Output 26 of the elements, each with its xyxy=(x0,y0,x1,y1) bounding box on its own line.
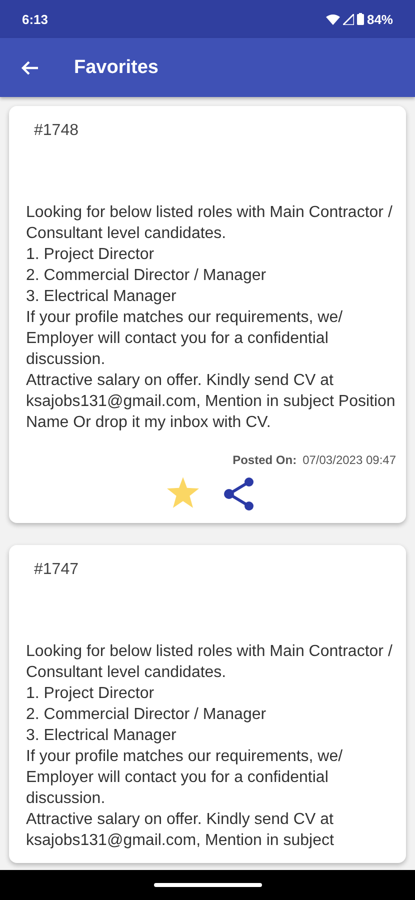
status-time: 6:13 xyxy=(22,12,48,26)
posted-date: 07/03/2023 09:47 xyxy=(302,453,396,467)
wifi-icon xyxy=(326,14,340,24)
post-text: 2. Commercial Director / Manager xyxy=(26,705,268,725)
post-text: 1. Project Director xyxy=(26,245,156,265)
post-number: #1748 xyxy=(34,122,80,140)
post-text: If your profile matches our requirements, we/ Employer will contact you for a confidential discussion. xyxy=(26,308,344,370)
post-text: 3. Electrical Manager xyxy=(26,726,178,746)
screen-title: Favorites xyxy=(74,56,158,78)
post-number: #1747 xyxy=(34,561,80,579)
battery-level: 84% xyxy=(366,12,393,26)
signal-icon xyxy=(342,14,354,24)
back-arrow-icon[interactable] xyxy=(21,60,39,76)
post-text: 3. Electrical Manager xyxy=(26,287,178,307)
battery-icon xyxy=(356,13,364,25)
post-text: Attractive salary on offer. Kindly send CV at ksajobs131@gmail.com, Mention in subject Position Name Or drop it my inbox with CV. xyxy=(26,371,396,433)
favorite-star-icon[interactable] xyxy=(167,477,199,508)
post-text: Looking for below listed roles with Main Contractor / Consultant level candidates. xyxy=(26,203,394,244)
post-text: Looking for below listed roles with Main Contractor / Consultant level candidates. xyxy=(26,642,394,683)
post-text: 2. Commercial Director / Manager xyxy=(26,266,268,286)
home-handle[interactable] xyxy=(154,883,262,887)
share-icon[interactable] xyxy=(223,477,255,511)
post-text: If your profile matches our requirements, we/ Employer will contact you for a confidential discussion. xyxy=(26,747,344,809)
posted-label: Posted On: xyxy=(232,453,297,467)
post-text: 1. Project Director xyxy=(26,684,156,704)
post-text: Attractive salary on offer. Kindly send CV at ksajobs131@gmail.com, Mention in subject xyxy=(26,810,335,851)
